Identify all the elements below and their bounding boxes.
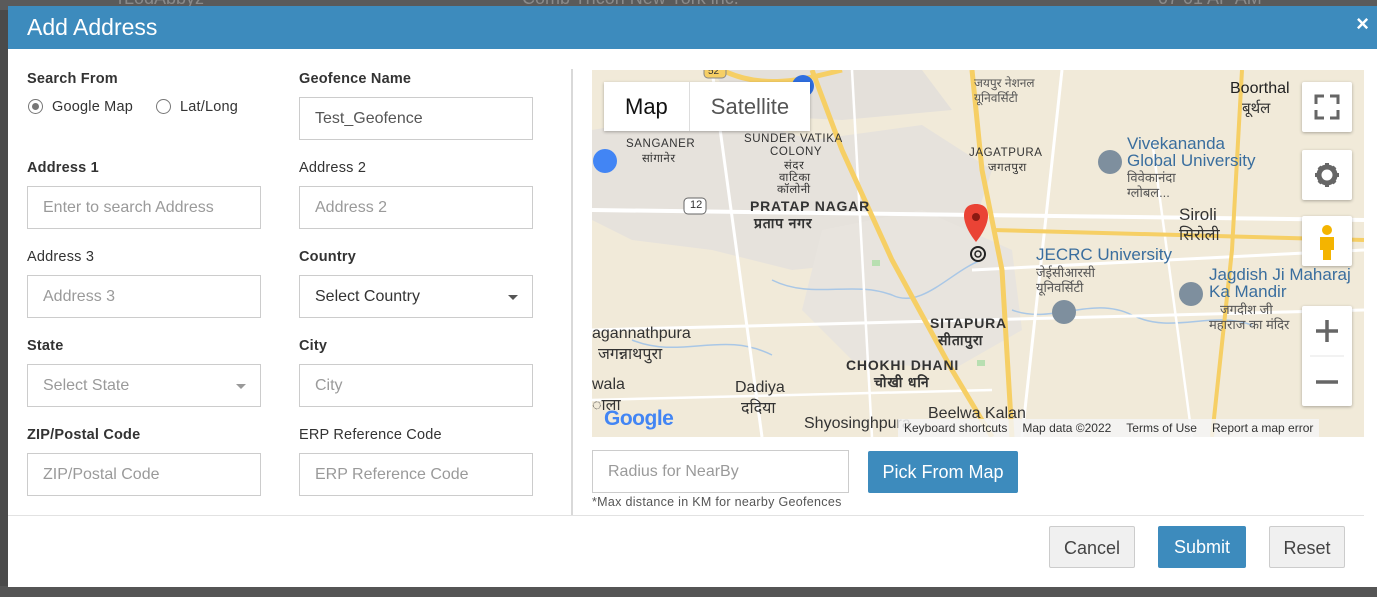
erp-label: ERP Reference Code	[299, 427, 442, 443]
state-select[interactable]: Select State	[27, 364, 261, 407]
map-label: जगन्नाथपुरा	[598, 346, 663, 363]
radio-lat-long-label[interactable]: Lat/Long	[180, 99, 238, 115]
address1-label: Address 1	[27, 160, 99, 176]
geofence-name-label: Geofence Name	[299, 71, 412, 87]
map-label: SUNDER VATIKA	[744, 133, 843, 145]
city-input[interactable]: City	[299, 364, 533, 407]
report-map-error-link[interactable]: Report a map error	[1212, 421, 1313, 435]
radio-google-map[interactable]	[28, 99, 43, 114]
map-label: सांगानेर	[642, 153, 676, 165]
pick-from-map-button[interactable]: Pick From Map	[868, 451, 1018, 493]
address3-input[interactable]: Address 3	[27, 275, 261, 318]
address2-label: Address 2	[299, 160, 367, 176]
country-select-value: Select Country	[315, 288, 420, 305]
search-from-label: Search From	[27, 71, 118, 87]
footer-divider	[8, 515, 1364, 516]
map-label: ददिया	[741, 400, 776, 417]
map-label: बूर्थल	[1242, 100, 1271, 117]
fullscreen-icon	[1314, 94, 1340, 120]
road-shield-label: 52	[708, 70, 720, 77]
address1-input[interactable]: Enter to search Address	[27, 186, 261, 229]
keyboard-shortcuts-link[interactable]: Keyboard shortcuts	[904, 421, 1007, 435]
google-map[interactable]: Map Satellite Boorthal बूर्थल जयपुर नेशन…	[592, 70, 1364, 437]
map-label: JECRC University	[1036, 245, 1173, 264]
map-label: wala	[592, 376, 625, 393]
modal-header: Add Address ×	[8, 6, 1377, 49]
close-icon[interactable]: ×	[1356, 11, 1369, 37]
road-shield-label: 12	[690, 199, 703, 211]
map-settings-button[interactable]	[1302, 150, 1352, 200]
zip-label: ZIP/Postal Code	[27, 427, 141, 443]
map-label: JAGATPURA	[969, 147, 1043, 159]
column-divider	[571, 69, 573, 516]
map-label: यूनिवर्सिटी	[974, 91, 1018, 105]
cancel-button[interactable]: Cancel	[1049, 526, 1135, 568]
map-label: CHOKHI DHANI	[846, 357, 960, 373]
map-label: Ka Mandir	[1209, 282, 1287, 301]
map-label: कॉलोनी	[777, 184, 811, 196]
map-type-map[interactable]: Map	[604, 82, 689, 131]
geofence-name-input[interactable]: Test_Geofence	[299, 97, 533, 140]
map-label: प्रताप नगर	[754, 215, 813, 231]
pegman-icon	[1320, 225, 1334, 260]
map-label: सिरोली	[1179, 227, 1220, 244]
zoom-icons	[1310, 320, 1344, 384]
address2-input[interactable]: Address 2	[299, 186, 533, 229]
zoom-control	[1302, 306, 1352, 406]
street-view-button[interactable]	[1302, 216, 1352, 266]
country-select[interactable]: Select Country	[299, 275, 533, 318]
map-label: Dadiya	[735, 379, 785, 396]
submit-button[interactable]: Submit	[1158, 526, 1246, 568]
map-attribution: Keyboard shortcuts Map data ©2022 Terms …	[898, 419, 1320, 437]
state-label: State	[27, 338, 64, 354]
map-label: सीतापुरा	[938, 332, 984, 348]
modal-title: Add Address	[27, 14, 158, 40]
map-label: SANGANER	[626, 138, 696, 150]
map-label: महाराज का मंदिर	[1209, 317, 1290, 332]
zip-input[interactable]: ZIP/Postal Code	[27, 453, 261, 496]
chevron-down-icon	[508, 295, 518, 300]
map-label: SITAPURA	[930, 315, 1007, 331]
add-address-modal: Add Address × Search From Google Map Lat…	[8, 6, 1377, 587]
reset-button[interactable]: Reset	[1269, 526, 1345, 568]
map-data-text: Map data ©2022	[1022, 421, 1112, 435]
state-select-value: Select State	[43, 377, 130, 394]
map-type-control: Map Satellite	[604, 82, 811, 131]
map-label: Boorthal	[1230, 80, 1290, 97]
radio-lat-long[interactable]	[156, 99, 171, 114]
chevron-down-icon	[236, 384, 246, 389]
map-label: PRATAP NAGAR	[750, 198, 871, 214]
country-label: Country	[299, 249, 356, 265]
radius-input[interactable]: Radius for NearBy	[592, 450, 849, 493]
map-type-satellite[interactable]: Satellite	[688, 82, 810, 131]
background-app-bottom	[0, 586, 1377, 597]
map-label: agannathpura	[592, 325, 691, 342]
map-label: यूनिवर्सिटी	[1036, 280, 1084, 295]
gear-icon	[1315, 163, 1339, 187]
map-label: COLONY	[770, 146, 823, 158]
map-label: Siroli	[1179, 205, 1217, 224]
address3-label: Address 3	[27, 249, 95, 265]
google-logo: Google	[604, 407, 674, 430]
city-label: City	[299, 338, 328, 354]
map-label: ग्लोबल...	[1127, 185, 1170, 200]
map-label: चोखी धनि	[874, 374, 930, 390]
radius-hint: *Max distance in KM for nearby Geofences	[592, 495, 842, 509]
map-label: Shyosinghpura	[804, 415, 911, 432]
fullscreen-button[interactable]	[1302, 82, 1352, 132]
erp-input[interactable]: ERP Reference Code	[299, 453, 533, 496]
map-label: जगतपुरा	[988, 162, 1027, 174]
radio-google-map-label[interactable]: Google Map	[52, 99, 133, 115]
terms-of-use-link[interactable]: Terms of Use	[1126, 421, 1197, 435]
